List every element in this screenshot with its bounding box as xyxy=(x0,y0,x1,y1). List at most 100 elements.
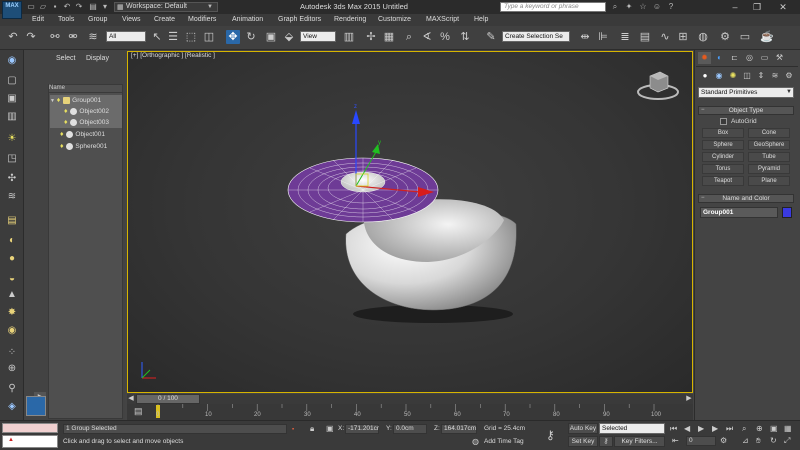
list-item[interactable]: ♦ Object001 xyxy=(50,129,122,140)
open-file-icon[interactable]: ▱ xyxy=(38,2,48,12)
workspace-dropdown[interactable]: Workspace: Default xyxy=(114,2,218,12)
display-hidden-icon[interactable]: ◉ xyxy=(4,324,20,338)
helpers-icon[interactable]: ⇕ xyxy=(755,70,767,81)
menu-graph-editors[interactable]: Graph Editors xyxy=(278,14,321,26)
subscription-icon[interactable]: ✦ xyxy=(624,2,634,12)
x-coordinate-field[interactable]: -171.201cr xyxy=(345,424,379,434)
viewcube[interactable] xyxy=(637,71,679,100)
display-particle-icon[interactable]: ◒ xyxy=(4,272,20,286)
minimize-icon[interactable]: – xyxy=(726,0,744,14)
menu-customize[interactable]: Customize xyxy=(378,14,411,26)
search-input[interactable]: Type a keyword or phrase xyxy=(500,2,606,12)
undo-icon[interactable]: ↶ xyxy=(6,30,20,44)
previous-frame-icon[interactable]: ◀ xyxy=(127,394,135,404)
select-by-name-icon[interactable]: ☰ xyxy=(166,30,180,44)
go-to-start-icon[interactable]: ⏮ xyxy=(670,424,677,434)
toggle-ribbon-icon[interactable]: ▤ xyxy=(638,30,652,44)
teapot-button[interactable]: Teapot xyxy=(702,176,744,186)
scene-explorer-icon[interactable]: ◉ xyxy=(4,54,20,68)
maximize-viewport-icon[interactable]: ⤢ xyxy=(784,436,790,446)
tab-select[interactable]: Select xyxy=(56,55,75,62)
cameras-icon[interactable]: ◫ xyxy=(741,70,753,81)
menu-modifiers[interactable]: Modifiers xyxy=(188,14,216,26)
spinner-snap-icon[interactable]: ⇅ xyxy=(458,30,472,44)
mirror-icon[interactable]: ⇹ xyxy=(578,30,592,44)
key-mode-toggle-icon[interactable]: ⇤ xyxy=(672,436,679,445)
orbit-icon[interactable]: ↻ xyxy=(770,436,777,445)
align-icon[interactable]: ⊫ xyxy=(596,30,610,44)
add-time-tag-button[interactable]: Add Time Tag xyxy=(484,438,524,445)
communication-icon[interactable]: ☆ xyxy=(638,2,648,12)
collapse-icon[interactable]: − xyxy=(701,195,705,201)
help-icon[interactable]: ? xyxy=(666,2,676,12)
column-header-name[interactable]: Name xyxy=(49,85,65,91)
selection-lock-icon[interactable]: 🔒︎ xyxy=(310,424,314,434)
menu-help[interactable]: Help xyxy=(474,14,488,26)
display-all-icon[interactable]: ⁘ xyxy=(4,346,20,360)
list-item[interactable]: ▼ ♦ Group001 xyxy=(50,95,122,106)
select-and-link-icon[interactable]: ⚯ xyxy=(48,30,62,44)
set-key-button[interactable]: Set Key xyxy=(568,436,598,447)
render-setup-icon[interactable]: ⚙ xyxy=(718,30,732,44)
material-editor-icon[interactable]: ◍ xyxy=(696,30,710,44)
field-of-view-icon[interactable]: ⊿ xyxy=(742,436,749,445)
display-helpers-icon[interactable]: ✣ xyxy=(4,172,20,186)
next-frame-icon[interactable]: ▶ xyxy=(685,394,693,404)
redo-icon[interactable]: ↷ xyxy=(74,2,84,12)
customize-qat-icon[interactable]: ▾ xyxy=(100,2,110,12)
display-cameras-icon[interactable]: ◳ xyxy=(4,152,20,166)
tab-hierarchy[interactable]: ⊏ xyxy=(728,52,741,64)
unlink-selection-icon[interactable]: ⚮ xyxy=(66,30,80,44)
menu-maxscript[interactable]: MAXScript xyxy=(426,14,459,26)
geosphere-button[interactable]: GeoSphere xyxy=(748,140,790,150)
percent-snap-icon[interactable]: % xyxy=(438,30,452,44)
set-keys-icon[interactable]: ⚷ xyxy=(599,436,613,447)
selection-filter-dropdown[interactable]: All xyxy=(106,31,146,42)
menu-views[interactable]: Views xyxy=(122,14,141,26)
menu-create[interactable]: Create xyxy=(154,14,175,26)
menu-edit[interactable]: Edit xyxy=(32,14,44,26)
light-bulb-icon[interactable]: ♦ xyxy=(60,143,64,150)
current-frame-field[interactable]: 0 xyxy=(686,436,716,446)
redo-icon[interactable]: ↷ xyxy=(24,30,38,44)
layer-explorer-icon[interactable]: ≣ xyxy=(618,30,632,44)
display-bone-objects-icon[interactable]: ● xyxy=(4,252,20,266)
tab-modify[interactable]: ◐ xyxy=(713,52,726,64)
curve-editor-icon[interactable]: ∿ xyxy=(658,30,672,44)
list-item[interactable]: ♦ Object002 xyxy=(50,106,122,117)
autogrid-checkbox[interactable] xyxy=(720,118,727,125)
display-object-xrefs-icon[interactable]: ◐ xyxy=(4,234,20,248)
light-bulb-icon[interactable]: ♦ xyxy=(60,131,64,138)
perspective-viewport[interactable]: z y xyxy=(127,51,693,393)
torus-button[interactable]: Torus xyxy=(702,164,744,174)
geometry-icon[interactable]: ● xyxy=(699,70,711,81)
menu-tools[interactable]: Tools xyxy=(58,14,74,26)
systems-icon[interactable]: ⚙ xyxy=(783,70,795,81)
place-icon[interactable]: ⬙ xyxy=(282,30,296,44)
app-logo[interactable]: MAX xyxy=(2,1,22,19)
tab-display[interactable]: ▭ xyxy=(758,52,771,64)
cylinder-button[interactable]: Cylinder xyxy=(702,152,744,162)
select-and-move-icon[interactable]: ✥ xyxy=(226,30,240,44)
key-mode-dropdown[interactable]: Selected xyxy=(599,423,665,434)
menu-rendering[interactable]: Rendering xyxy=(334,14,366,26)
cone-button[interactable]: Cone xyxy=(748,128,790,138)
key-icon[interactable]: ⚷ xyxy=(546,428,555,442)
time-slider-thumb[interactable]: 0 / 100 xyxy=(136,394,200,404)
space-warps-icon[interactable]: ≋ xyxy=(769,70,781,81)
tab-create[interactable]: ✹ xyxy=(698,52,711,64)
sphere-button[interactable]: Sphere xyxy=(702,140,744,150)
zoom-extents-all-icon[interactable]: ▦ xyxy=(784,424,792,433)
pan-view-icon[interactable]: ✋︎ xyxy=(756,436,761,446)
object-color-swatch[interactable] xyxy=(782,207,792,218)
display-containers-icon[interactable]: ▲ xyxy=(4,288,20,302)
shapes-icon[interactable]: ◉ xyxy=(713,70,725,81)
list-item[interactable]: ♦ Object003 xyxy=(50,117,122,128)
object-name-field[interactable]: Group001 xyxy=(700,207,778,218)
zoom-extents-icon[interactable]: ▣ xyxy=(770,424,778,433)
menu-group[interactable]: Group xyxy=(88,14,107,26)
expand-chevron-icon[interactable]: ▼ xyxy=(50,98,55,104)
display-shapes-icon[interactable]: ▥ xyxy=(4,110,20,124)
lights-icon[interactable]: ✺ xyxy=(727,70,739,81)
primitive-category-dropdown[interactable]: Standard Primitives xyxy=(698,87,794,98)
